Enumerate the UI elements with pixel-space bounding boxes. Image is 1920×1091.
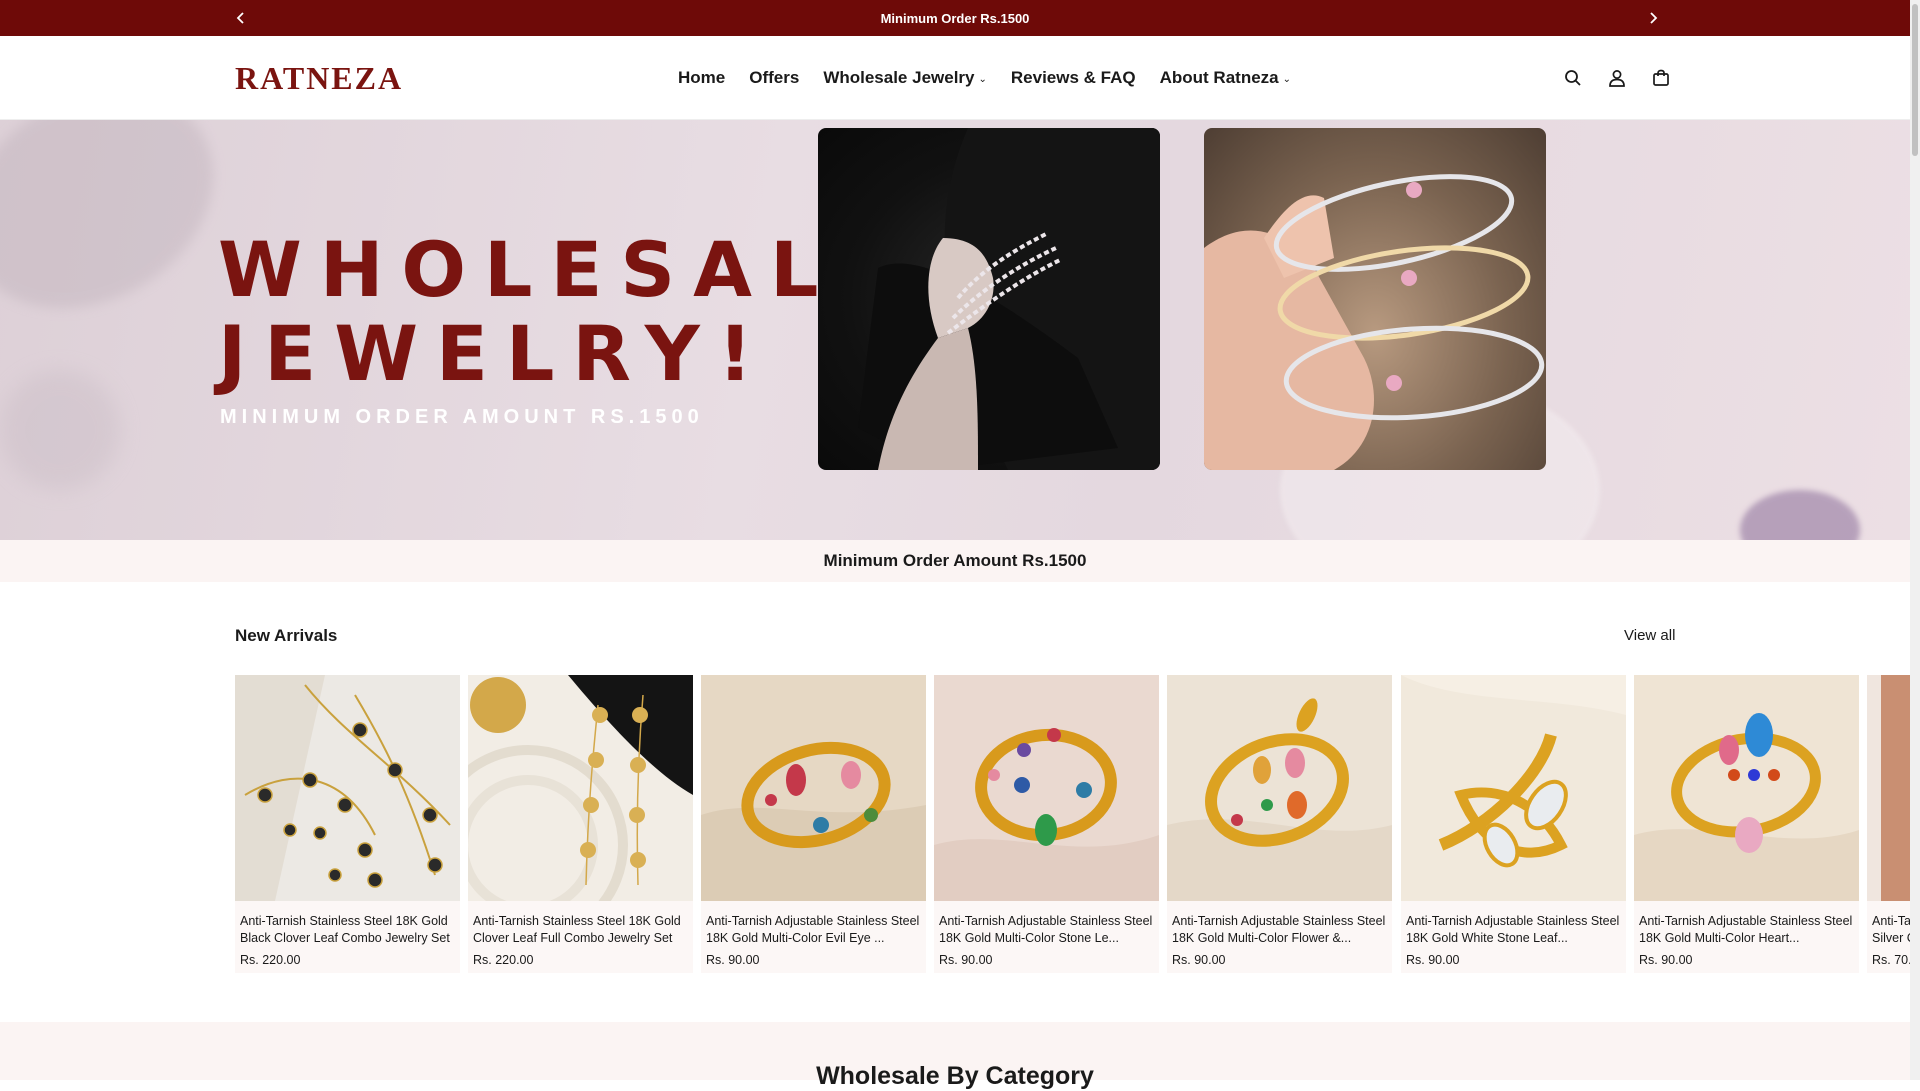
product-name: Anti-Tarnish Adjustable Stainless Steel … — [1172, 914, 1386, 945]
category-section: Wholesale By Category — [0, 1022, 1910, 1090]
nav-reviews-faq[interactable]: Reviews & FAQ — [1011, 68, 1136, 88]
hero-image-bracelet-wrist — [818, 128, 1160, 470]
product-card[interactable]: Anti-Tarnish Adjustable Stainless Steel … — [1634, 675, 1859, 973]
chevron-down-icon: ⌄ — [1282, 74, 1291, 85]
product-name: Anti-Tarnish Stainless Steel 18K Gold Cl… — [473, 914, 681, 945]
product-card[interactable]: Anti-Tarnish Stainless Steel 18K Gold Cl… — [468, 675, 693, 973]
product-price: Rs. 90.00 — [1172, 953, 1226, 967]
product-name: Anti-Tarnish Adjustable Stainless Silver… — [1872, 914, 1910, 945]
product-card[interactable]: Anti-Tarnish Stainless Steel 18K Gold Bl… — [235, 675, 460, 973]
view-all-link[interactable]: View all — [1624, 627, 1675, 644]
nav-about[interactable]: About Ratneza ⌄ — [1160, 68, 1291, 88]
hero-decor — [0, 370, 120, 490]
cart-icon — [1653, 69, 1669, 86]
hero-title-line2: JEWELRY! — [218, 309, 771, 398]
product-image — [1401, 675, 1626, 901]
nav-home-label: Home — [678, 68, 726, 87]
hero-subtitle: MINIMUM ORDER AMOUNT RS.1500 — [220, 406, 704, 428]
nav-offers-label: Offers — [749, 68, 800, 87]
product-image — [1867, 675, 1910, 901]
product-card[interactable]: Anti-Tarnish Adjustable Stainless Steel … — [934, 675, 1159, 973]
product-price: Rs. 220.00 — [473, 953, 534, 967]
logo[interactable]: RATNEZA — [235, 58, 403, 98]
product-image — [701, 675, 926, 901]
hero-image-bangles-hand — [1204, 128, 1546, 470]
hero-banner[interactable]: WHOLESALE JEWELRY! MINIMUM ORDER AMOUNT … — [0, 120, 1910, 540]
scrollbar-thumb[interactable] — [1912, 4, 1918, 156]
product-image — [1634, 675, 1859, 901]
nav-wholesale-jewelry[interactable]: Wholesale Jewelry ⌄ — [823, 68, 987, 88]
product-name: Anti-Tarnish Adjustable Stainless Steel … — [1406, 914, 1620, 945]
product-price: Rs. 90.00 — [706, 953, 760, 967]
product-card[interactable]: Anti-Tarnish Adjustable Stainless Silver… — [1867, 675, 1910, 973]
nav-offers[interactable]: Offers — [749, 68, 799, 88]
product-price: Rs. 90.00 — [1406, 953, 1460, 967]
minimum-order-strip: Minimum Order Amount Rs.1500 — [0, 540, 1910, 582]
product-image — [235, 675, 460, 901]
hero-decor — [1740, 490, 1860, 540]
hero-title-line1: WHOLESALE — [218, 225, 907, 314]
chevron-right-icon — [1650, 12, 1658, 24]
page-scrollbar[interactable] — [1910, 0, 1920, 1080]
announcement-bar: Minimum Order Rs.1500 — [0, 0, 1910, 36]
hero-title: WHOLESALE JEWELRY! — [218, 228, 906, 396]
account-button[interactable] — [1604, 65, 1630, 91]
nav-about-label: About Ratneza — [1159, 68, 1279, 87]
chevron-left-icon — [236, 12, 244, 24]
product-card[interactable]: Anti-Tarnish Adjustable Stainless Steel … — [701, 675, 926, 973]
site-header: RATNEZA Home Offers Wholesale Jewelry ⌄ … — [0, 36, 1910, 120]
hero-decor — [0, 120, 253, 352]
product-price: Rs. 90.00 — [939, 953, 993, 967]
search-button[interactable] — [1560, 65, 1586, 91]
search-icon — [1565, 70, 1581, 86]
product-image — [934, 675, 1159, 901]
nav-reviews-faq-label: Reviews & FAQ — [1010, 68, 1136, 87]
product-name: Anti-Tarnish Adjustable Stainless Steel … — [1639, 914, 1853, 945]
header-icons — [1560, 36, 1674, 120]
announcement-message: Minimum Order Rs.1500 — [880, 10, 1030, 26]
minimum-order-text: Minimum Order Amount Rs.1500 — [823, 551, 1087, 570]
product-carousel[interactable]: Anti-Tarnish Stainless Steel 18K Gold Bl… — [235, 675, 1910, 975]
logo-text: RATNEZA — [235, 59, 404, 96]
announcement-prev-button[interactable] — [226, 0, 256, 36]
announcement-next-button[interactable] — [1638, 0, 1668, 36]
product-image — [468, 675, 693, 901]
product-price: Rs. 220.00 — [240, 953, 301, 967]
product-card[interactable]: Anti-Tarnish Adjustable Stainless Steel … — [1401, 675, 1626, 973]
product-card[interactable]: Anti-Tarnish Adjustable Stainless Steel … — [1167, 675, 1392, 973]
category-section-title: Wholesale By Category — [816, 1062, 1094, 1090]
cart-button[interactable] — [1648, 65, 1674, 91]
product-image — [1167, 675, 1392, 901]
product-price: Rs. 90.00 — [1639, 953, 1693, 967]
product-name: Anti-Tarnish Stainless Steel 18K Gold Bl… — [240, 914, 450, 945]
product-name: Anti-Tarnish Adjustable Stainless Steel … — [939, 914, 1153, 945]
new-arrivals-title: New Arrivals — [235, 626, 338, 645]
product-price: Rs. 70.00 — [1872, 953, 1910, 967]
nav-wholesale-jewelry-label: Wholesale Jewelry — [823, 68, 975, 87]
account-icon — [1609, 70, 1625, 87]
chevron-down-icon: ⌄ — [978, 74, 987, 85]
main-nav: Home Offers Wholesale Jewelry ⌄ Reviews … — [678, 36, 1291, 120]
product-name: Anti-Tarnish Adjustable Stainless Steel … — [706, 914, 920, 945]
nav-home[interactable]: Home — [678, 68, 725, 88]
